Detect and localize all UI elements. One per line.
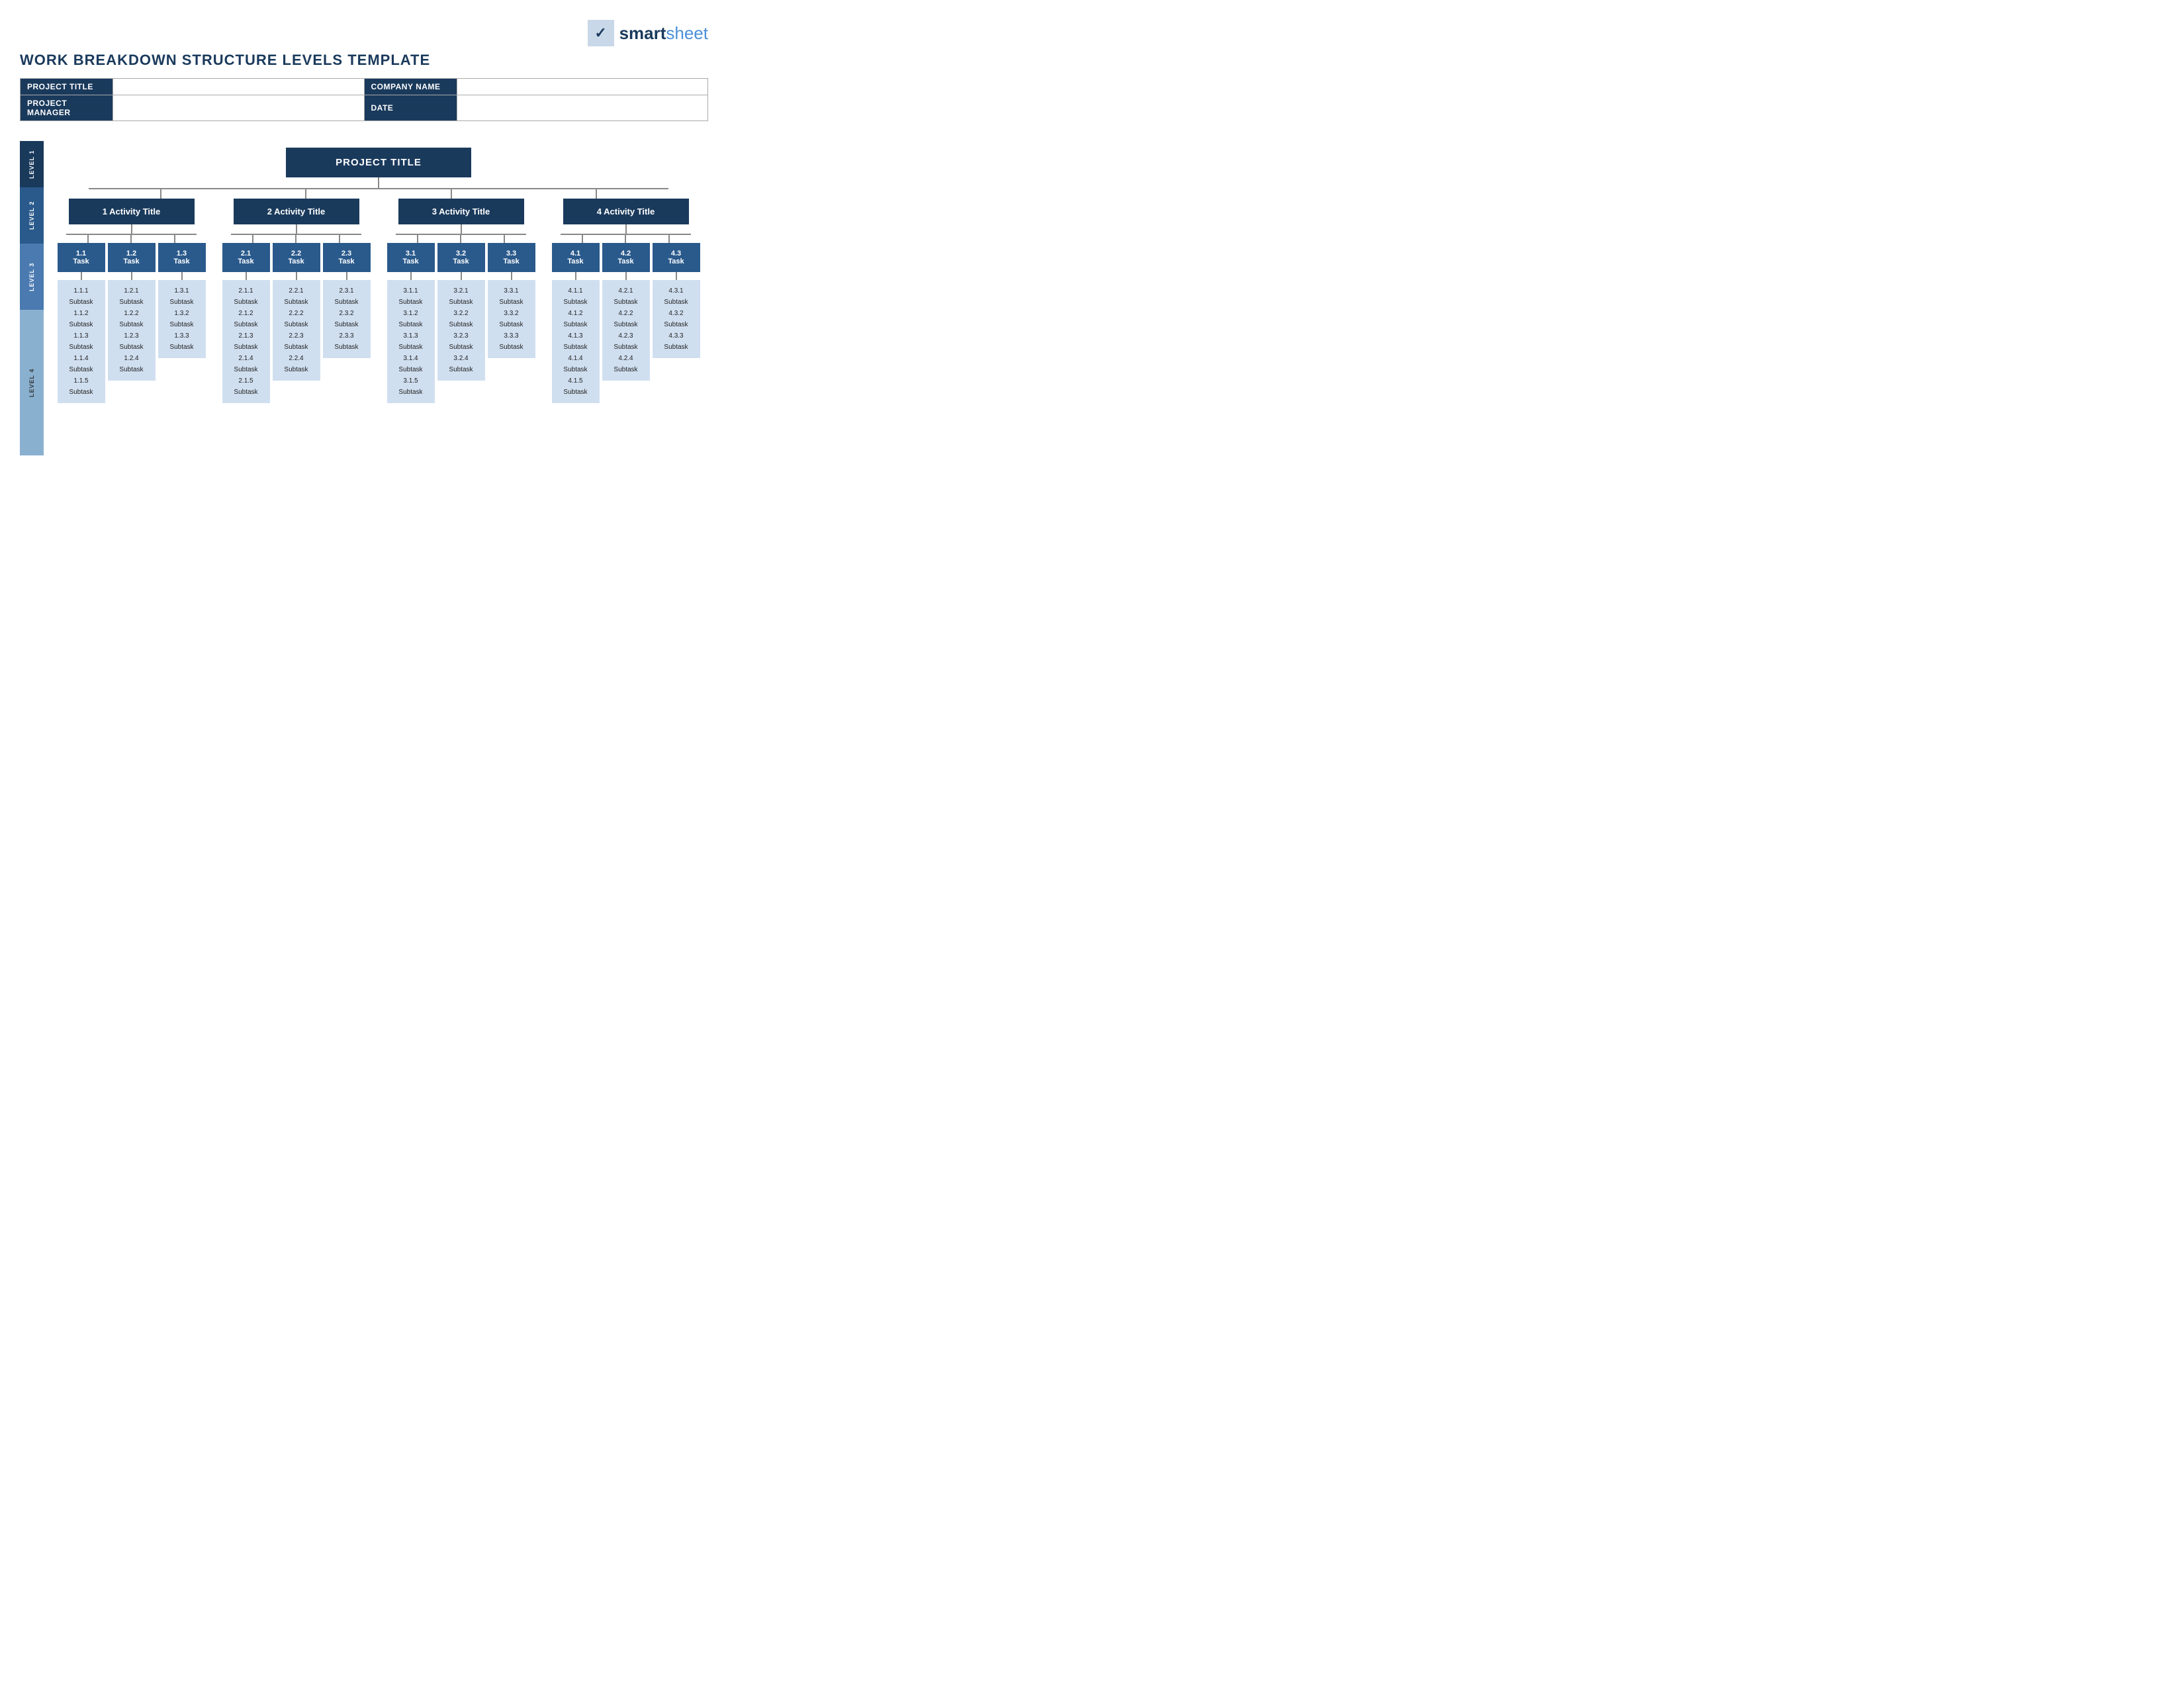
subtask-2-2-box: 2.2.1Subtask 2.2.2Subtask 2.2.3Subtask 2… bbox=[273, 280, 320, 381]
task-2-3-col: 2.3Task 2.3.1Subtask 2.3.2Subtask 2.3.3S… bbox=[323, 243, 371, 403]
task-3-3-box: 3.3Task bbox=[488, 243, 535, 272]
task-1-3-col: 1.3Task 1.3.1Subtask 1.3.2Subtask 1.3.3S… bbox=[158, 243, 206, 403]
activity-4-box: 4 Activity Title bbox=[563, 199, 689, 224]
task-3-2-col: 3.2Task 3.2.1Subtask 3.2.2Subtask 3.2.3S… bbox=[437, 243, 485, 403]
l2-stub-2 bbox=[305, 189, 306, 199]
project-manager-value[interactable] bbox=[113, 95, 365, 121]
logo-sheet: sheet bbox=[666, 23, 708, 43]
a1-down bbox=[131, 224, 132, 234]
task-3-2-box: 3.2Task bbox=[437, 243, 485, 272]
task-1-1-box: 1.1Task bbox=[58, 243, 105, 272]
a1-tasks-row: 1.1Task 1.1.1Subtask 1.1.2Subtask 1.1.3S… bbox=[58, 243, 206, 403]
task-4-3-box: 4.3Task bbox=[653, 243, 700, 272]
subtask-1-1-box: 1.1.1Subtask 1.1.2Subtask 1.1.3Subtask 1… bbox=[58, 280, 105, 403]
task-2-1-col: 2.1Task 2.1.1Subtask 2.1.2Subtask 2.1.3S… bbox=[222, 243, 270, 403]
a4-down bbox=[625, 224, 627, 234]
date-label: DATE bbox=[364, 95, 457, 121]
project-title-value[interactable] bbox=[113, 79, 365, 95]
task-3-1-box: 3.1Task bbox=[387, 243, 435, 272]
task-1-2-col: 1.2Task 1.2.1Subtask 1.2.2Subtask 1.2.3S… bbox=[108, 243, 156, 403]
subtask-3-1-box: 3.1.1Subtask 3.1.2Subtask 3.1.3Subtask 3… bbox=[387, 280, 435, 403]
a4-task-stubs bbox=[561, 235, 691, 243]
level1-row: PROJECT TITLE bbox=[49, 141, 708, 177]
task-3-1-col: 3.1Task 3.1.1Subtask 3.1.2Subtask 3.1.3S… bbox=[387, 243, 435, 403]
a3-task-stubs bbox=[396, 235, 526, 243]
project-title-box: PROJECT TITLE bbox=[286, 148, 471, 177]
activity-3-box: 3 Activity Title bbox=[398, 199, 524, 224]
subtask-3-2-box: 3.2.1Subtask 3.2.2Subtask 3.2.3Subtask 3… bbox=[437, 280, 485, 381]
activity-1-box: 1 Activity Title bbox=[69, 199, 195, 224]
a3-down bbox=[461, 224, 462, 234]
smartsheet-logo: smartsheet bbox=[619, 23, 708, 44]
subtask-3-3-box: 3.3.1Subtask 3.3.2Subtask 3.3.3Subtask bbox=[488, 280, 535, 358]
activity-2-col: 2 Activity Title 2.1Task 2.1.1Subtask 2.… bbox=[222, 199, 371, 403]
l2-down-stubs bbox=[89, 189, 668, 199]
task-2-2-box: 2.2Task bbox=[273, 243, 320, 272]
task-2-3-box: 2.3Task bbox=[323, 243, 371, 272]
task-1-1-col: 1.1Task 1.1.1Subtask 1.1.2Subtask 1.1.3S… bbox=[58, 243, 105, 403]
activity-4-col: 4 Activity Title 4.1Task 4.1.1Subtask 4.… bbox=[552, 199, 700, 403]
project-manager-label: PROJECT MANAGER bbox=[21, 95, 113, 121]
subtask-4-1-box: 4.1.1Subtask 4.1.2Subtask 4.1.3Subtask 4… bbox=[552, 280, 600, 403]
a2-tasks-row: 2.1Task 2.1.1Subtask 2.1.2Subtask 2.1.3S… bbox=[222, 243, 371, 403]
task-1-3-box: 1.3Task bbox=[158, 243, 206, 272]
activity-3-col: 3 Activity Title 3.1Task 3.1.1Subtask 3.… bbox=[387, 199, 535, 403]
logo-container: ✓ smartsheet bbox=[588, 20, 708, 46]
subtask-2-3-box: 2.3.1Subtask 2.3.2Subtask 2.3.3Subtask bbox=[323, 280, 371, 358]
task-3-3-col: 3.3Task 3.3.1Subtask 3.3.2Subtask 3.3.3S… bbox=[488, 243, 535, 403]
l2-stub-4 bbox=[596, 189, 597, 199]
task-2-2-col: 2.2Task 2.2.1Subtask 2.2.2Subtask 2.2.3S… bbox=[273, 243, 320, 403]
activity-2-box: 2 Activity Title bbox=[234, 199, 359, 224]
subtask-1-3-box: 1.3.1Subtask 1.3.2Subtask 1.3.3Subtask bbox=[158, 280, 206, 358]
page-title: WORK BREAKDOWN STRUCTURE LEVELS TEMPLATE bbox=[20, 52, 708, 69]
activity-1-col: 1 Activity Title 1.1Task bbox=[58, 199, 206, 403]
date-value[interactable] bbox=[457, 95, 708, 121]
company-name-value[interactable] bbox=[457, 79, 708, 95]
smartsheet-checkmark: ✓ bbox=[588, 20, 614, 46]
level-labels: LEVEL 1 LEVEL 2 LEVEL 3 LEVEL 4 bbox=[20, 141, 44, 455]
company-name-label: COMPANY NAME bbox=[364, 79, 457, 95]
task-4-2-col: 4.2Task 4.2.1Subtask 4.2.2Subtask 4.2.3S… bbox=[602, 243, 650, 403]
a2-task-stubs bbox=[231, 235, 361, 243]
subtask-2-1-box: 2.1.1Subtask 2.1.2Subtask 2.1.3Subtask 2… bbox=[222, 280, 270, 403]
subtask-4-2-box: 4.2.1Subtask 4.2.2Subtask 4.2.3Subtask 4… bbox=[602, 280, 650, 381]
project-title-label: PROJECT TITLE bbox=[21, 79, 113, 95]
level2-row: 1 Activity Title 1.1Task bbox=[49, 199, 708, 403]
wbs-main-area: LEVEL 1 LEVEL 2 LEVEL 3 LEVEL 4 PROJECT … bbox=[20, 141, 708, 455]
subtask-1-2-box: 1.2.1Subtask 1.2.2Subtask 1.2.3Subtask 1… bbox=[108, 280, 156, 381]
task-4-1-col: 4.1Task 4.1.1Subtask 4.1.2Subtask 4.1.3S… bbox=[552, 243, 600, 403]
task-2-1-box: 2.1Task bbox=[222, 243, 270, 272]
l2-stub-3 bbox=[451, 189, 452, 199]
task-4-2-box: 4.2Task bbox=[602, 243, 650, 272]
root-down-line bbox=[378, 177, 379, 188]
level-2-label: LEVEL 2 bbox=[20, 187, 44, 244]
logo-area: ✓ smartsheet bbox=[20, 20, 708, 46]
logo-smart: smart bbox=[619, 23, 666, 43]
task-4-1-box: 4.1Task bbox=[552, 243, 600, 272]
task-1-2-box: 1.2Task bbox=[108, 243, 156, 272]
a3-tasks-row: 3.1Task 3.1.1Subtask 3.1.2Subtask 3.1.3S… bbox=[387, 243, 535, 403]
level-3-label: LEVEL 3 bbox=[20, 244, 44, 310]
info-table: PROJECT TITLE COMPANY NAME PROJECT MANAG… bbox=[20, 78, 708, 121]
wbs-chart: PROJECT TITLE 1 Activity Title bbox=[49, 141, 708, 455]
a1-task-stubs bbox=[66, 235, 197, 243]
task-4-3-col: 4.3Task 4.3.1Subtask 4.3.2Subtask 4.3.3S… bbox=[653, 243, 700, 403]
level-4-label: LEVEL 4 bbox=[20, 310, 44, 455]
a2-down bbox=[296, 224, 297, 234]
l2-stub-1 bbox=[160, 189, 161, 199]
subtask-4-3-box: 4.3.1Subtask 4.3.2Subtask 4.3.3Subtask bbox=[653, 280, 700, 358]
level-1-label: LEVEL 1 bbox=[20, 141, 44, 187]
a4-tasks-row: 4.1Task 4.1.1Subtask 4.1.2Subtask 4.1.3S… bbox=[552, 243, 700, 403]
